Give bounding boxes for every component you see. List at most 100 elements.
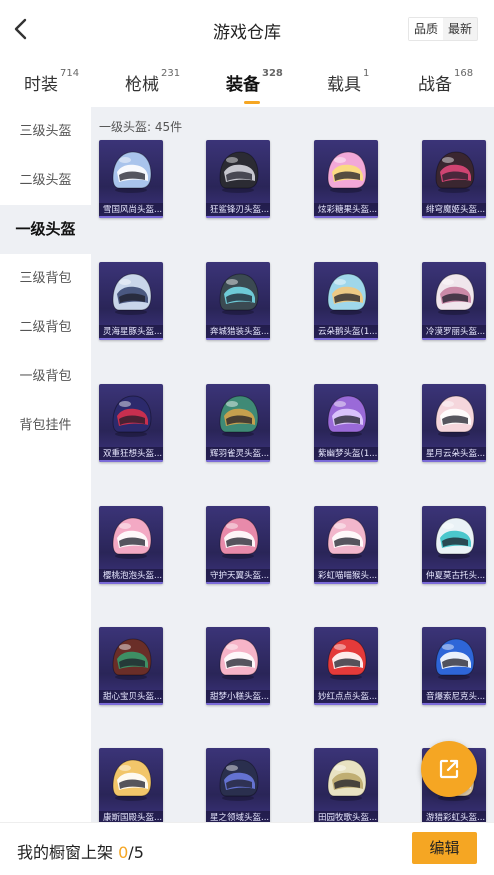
category-tabs: 时装714 枪械231 装备328 载具1 战备168 [0,58,494,106]
item-card[interactable]: 彩虹喵喵猴头... [314,506,378,584]
helmet-icon [327,273,367,315]
item-name: 游猎彩虹头盔... [422,811,486,822]
tab-equipment[interactable]: 装备328 [226,68,283,104]
external-link-icon [439,759,459,779]
rarity-bar [99,582,163,584]
helmet-icon [219,638,259,680]
rarity-bar [206,582,270,584]
helmet-icon [327,517,367,559]
helmet-icon [112,151,152,193]
item-card[interactable]: 奔城猎装头盔... [206,262,270,340]
item-card[interactable]: 紫幽梦头盔(1... [314,384,378,462]
helmet-icon [219,395,259,437]
item-card[interactable]: 绯穹魔姬头盔... [422,140,486,218]
helmet-icon [112,759,152,801]
rarity-bar [206,703,270,705]
tab-count: 714 [60,68,80,79]
item-name: 康斯国殿头盔... [99,811,163,822]
tab-guns[interactable]: 枪械231 [125,68,181,95]
helmet-icon [219,151,259,193]
item-name: 星之领域头盔... [206,811,270,822]
tab-fashion[interactable]: 时装714 [24,68,80,95]
rarity-bar [99,460,163,462]
rarity-bar [422,338,486,340]
rarity-bar [206,216,270,218]
helmet-icon [112,517,152,559]
sidebar-item-level1-backpack[interactable]: 一级背包 [0,352,91,401]
helmet-icon [112,273,152,315]
item-card[interactable]: 仲夏莫古托头... [422,506,486,584]
item-card[interactable]: 冷漠罗丽头盔... [422,262,486,340]
item-card[interactable]: 星月云朵头盔... [422,384,486,462]
sidebar-item-level2-helmet[interactable]: 二级头盔 [0,156,91,205]
tab-supplies[interactable]: 战备168 [418,68,474,95]
helmet-icon [435,151,475,193]
item-card[interactable]: 狂鲨锋刃头盔... [206,140,270,218]
helmet-icon [435,517,475,559]
helmet-icon [219,759,259,801]
rarity-bar [314,460,378,462]
sidebar-item-level3-helmet[interactable]: 三级头盔 [0,107,91,156]
sidebar-item-level3-backpack[interactable]: 三级背包 [0,254,91,303]
sidebar: 三级头盔 二级头盔 一级头盔 三级背包 二级背包 一级背包 背包挂件 [0,107,91,822]
rarity-bar [206,338,270,340]
showcase-label: 我的橱窗上架 [17,843,114,862]
item-card[interactable]: 田园牧歌头盔... [314,748,378,822]
sidebar-item-level1-helmet[interactable]: 一级头盔 [0,205,91,254]
helmet-icon [327,638,367,680]
showcase-total: /5 [128,843,144,862]
tab-label: 装备 [226,75,260,95]
rarity-bar [314,582,378,584]
item-card[interactable]: 守护天翼头盔... [206,506,270,584]
helmet-icon [327,759,367,801]
helmet-icon [112,395,152,437]
rarity-bar [99,338,163,340]
rarity-bar [206,460,270,462]
helmet-icon [327,151,367,193]
item-card[interactable]: 樱桃泡泡头盔... [99,506,163,584]
item-grid: 一级头盔: 45件 雪国风尚头盔... 狂鲨锋刃头盔... 炫彩糖果头盔... 绯穹魔… [91,107,494,822]
helmet-icon [219,517,259,559]
item-card[interactable]: 星之领域头盔... [206,748,270,822]
sort-toggle: 品质 最新 [407,17,478,41]
helmet-icon [435,273,475,315]
sort-latest[interactable]: 最新 [443,18,477,40]
item-card[interactable]: 辉羽雀灵头盔... [206,384,270,462]
item-name: 田园牧歌头盔... [314,811,378,822]
showcase-status: 我的橱窗上架 0/5 [17,839,144,863]
rarity-bar [422,582,486,584]
item-card[interactable]: 音爆索尼克头... [422,627,486,705]
rarity-bar [422,460,486,462]
rarity-bar [314,338,378,340]
tab-vehicles[interactable]: 载具1 [327,68,370,95]
rarity-bar [314,216,378,218]
tab-count: 1 [363,68,370,79]
tab-label: 枪械 [125,75,159,95]
item-card[interactable]: 双重狂想头盔... [99,384,163,462]
helmet-icon [435,638,475,680]
item-card[interactable]: 妙红点点头盔... [314,627,378,705]
header: 游戏仓库 品质 最新 [0,0,494,58]
tab-count: 328 [262,68,283,79]
bottom-bar: 我的橱窗上架 0/5 编辑 [0,822,494,875]
item-card[interactable]: 炫彩糖果头盔... [314,140,378,218]
item-card[interactable]: 云朵鹅头盔(1... [314,262,378,340]
item-card[interactable]: 康斯国殿头盔... [99,748,163,822]
helmet-icon [219,273,259,315]
share-button[interactable] [421,741,477,797]
sidebar-item-level2-backpack[interactable]: 二级背包 [0,303,91,352]
item-card[interactable]: 甜心宝贝头盔... [99,627,163,705]
tab-count: 231 [161,68,181,79]
rarity-bar [422,703,486,705]
showcase-count: 0 [118,843,129,862]
sidebar-item-backpack-charm[interactable]: 背包挂件 [0,401,91,450]
tab-count: 168 [454,68,474,79]
sort-quality[interactable]: 品质 [408,18,443,40]
section-label: 一级头盔: 45件 [99,120,183,134]
tab-label: 战备 [418,75,452,95]
item-card[interactable]: 甜梦小糕头盔... [206,627,270,705]
edit-button[interactable]: 编辑 [412,832,477,864]
item-card[interactable]: 雪国风尚头盔... [99,140,163,218]
item-card[interactable]: 灵海星豚头盔... [99,262,163,340]
rarity-bar [99,216,163,218]
